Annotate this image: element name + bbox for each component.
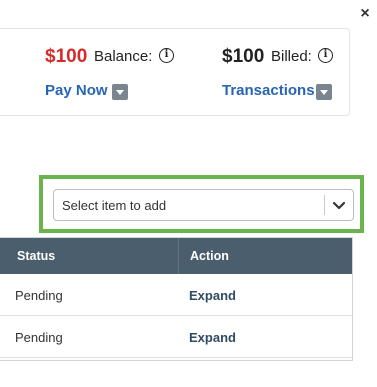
items-table: Status Action Pending Expand Pending Exp… — [0, 237, 353, 361]
column-header-status: Status — [17, 249, 56, 263]
balance-card — [0, 28, 350, 116]
transactions-dropdown-icon[interactable] — [316, 84, 332, 100]
balance-info-icon[interactable]: i — [159, 48, 174, 63]
chevron-down-icon[interactable] — [330, 196, 348, 214]
close-icon[interactable]: × — [358, 6, 372, 22]
add-item-select[interactable]: Select item to add — [53, 189, 354, 221]
select-divider — [324, 195, 325, 215]
expand-link[interactable]: Expand — [189, 330, 236, 345]
balance-label: Balance: — [94, 48, 153, 65]
pay-now-dropdown-icon[interactable] — [112, 84, 128, 100]
billed-label: Billed: — [271, 48, 312, 65]
row-status: Pending — [15, 330, 63, 345]
row-status: Pending — [15, 288, 63, 303]
billed-amount: $100 — [222, 46, 265, 67]
balance-amount: $100 — [45, 46, 88, 67]
add-item-select-value: Select item to add — [62, 198, 167, 213]
table-header: Status Action — [0, 238, 352, 274]
table-row: Pending Expand — [0, 316, 352, 358]
header-divider — [178, 238, 179, 274]
transactions-link[interactable]: Transactions — [222, 82, 315, 99]
billed-info-icon[interactable]: i — [318, 48, 333, 63]
table-row: Pending Expand — [0, 274, 352, 316]
column-header-action: Action — [190, 249, 229, 263]
expand-link[interactable]: Expand — [189, 288, 236, 303]
pay-now-link[interactable]: Pay Now — [45, 82, 108, 99]
